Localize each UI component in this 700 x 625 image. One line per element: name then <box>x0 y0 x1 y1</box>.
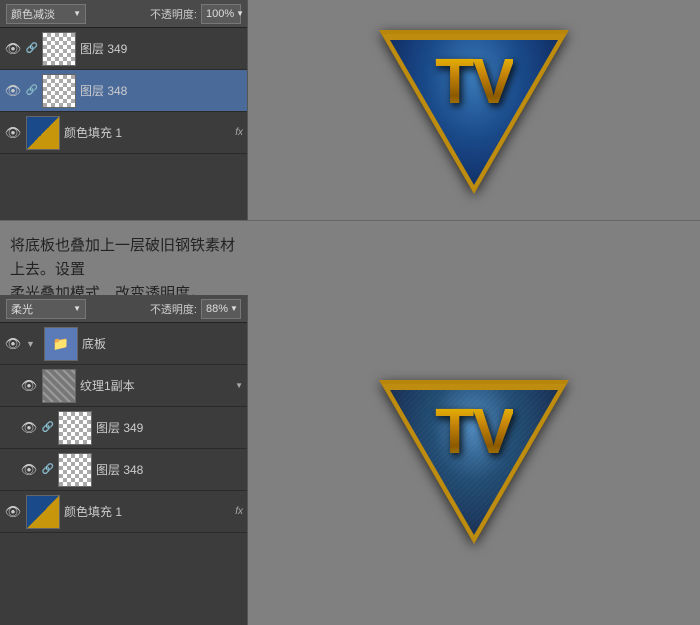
top-section: 颜色减淡 ▼ 不透明度: 100% ▼ 👁 🔗 图层 349 👁 🔗 <box>0 0 700 220</box>
layer-thumb-colorfill-bottom <box>26 495 60 529</box>
layer-thumb-colorfill-top <box>26 116 60 150</box>
eye-icon-colorfill-bottom[interactable]: 👁 <box>4 503 22 521</box>
layer-thumb-348-top <box>42 74 76 108</box>
opacity-label-top: 不透明度: <box>150 6 197 22</box>
opacity-value-top[interactable]: 100% ▼ <box>201 4 241 24</box>
layer-item-colorfill-top[interactable]: 👁 颜色填充 1 fx <box>0 112 247 154</box>
opacity-row-top: 不透明度: 100% ▼ <box>150 4 241 24</box>
layer-thumb-texture <box>42 369 76 403</box>
layer-name-colorfill-bottom: 颜色填充 1 <box>64 503 231 520</box>
logo-text-top: TV <box>435 44 513 118</box>
layer-item-348-top[interactable]: 👁 🔗 图层 348 <box>0 70 247 112</box>
layer-name-348-top: 图层 348 <box>80 82 243 99</box>
layers-panel-bottom: 柔光 ▼ 不透明度: 88% ▼ 👁 ▼ 📁 底板 👁 <box>0 295 248 625</box>
panel-header-top: 颜色减淡 ▼ 不透明度: 100% ▼ <box>0 0 247 28</box>
opacity-arrow: ▼ <box>236 9 244 18</box>
right-logos-bottom: TV <box>248 295 700 625</box>
logo-bottom: TV <box>384 380 564 550</box>
fx-badge-top: fx <box>235 127 243 138</box>
eye-icon-349-bottom[interactable]: 👁 <box>20 419 38 437</box>
layer-name-texture: 纹理1副本 <box>80 377 229 394</box>
layer-item-folder[interactable]: 👁 ▼ 📁 底板 <box>0 323 247 365</box>
logo-top: TV <box>384 30 564 200</box>
eye-icon-349-top[interactable]: 👁 <box>4 40 22 58</box>
opacity-row-bottom: 不透明度: 88% ▼ <box>150 299 241 319</box>
layer-name-349-bottom: 图层 349 <box>96 419 243 436</box>
layer-thumb-348-bottom <box>58 453 92 487</box>
eye-icon-texture[interactable]: 👁 <box>20 377 38 395</box>
link-icon-348-bottom: 🔗 <box>42 464 54 476</box>
panel-header-bottom: 柔光 ▼ 不透明度: 88% ▼ <box>0 295 247 323</box>
layer-name-colorfill-top: 颜色填充 1 <box>64 124 231 141</box>
eye-icon-348-bottom[interactable]: 👁 <box>20 461 38 479</box>
eye-icon-colorfill-top[interactable]: 👁 <box>4 124 22 142</box>
blend-mode-dropdown-bottom[interactable]: 柔光 ▼ <box>6 299 86 319</box>
layer-name-folder: 底板 <box>82 335 243 352</box>
layers-panel-top: 颜色减淡 ▼ 不透明度: 100% ▼ 👁 🔗 图层 349 👁 🔗 <box>0 0 248 220</box>
texture-arrow: ▼ <box>235 381 243 390</box>
eye-icon-348-top[interactable]: 👁 <box>4 82 22 100</box>
opacity-arrow-bottom: ▼ <box>230 304 238 313</box>
bottom-section: 柔光 ▼ 不透明度: 88% ▼ 👁 ▼ 📁 底板 👁 <box>0 295 700 625</box>
layer-item-colorfill-bottom[interactable]: 👁 颜色填充 1 fx <box>0 491 247 533</box>
opacity-label-bottom: 不透明度: <box>150 301 197 317</box>
fx-badge-bottom: fx <box>235 506 243 517</box>
blend-mode-label-top: 颜色减淡 <box>11 6 55 22</box>
eye-icon-folder[interactable]: 👁 <box>4 335 22 353</box>
layer-item-349-bottom[interactable]: 👁 🔗 图层 349 <box>0 407 247 449</box>
layer-item-348-bottom[interactable]: 👁 🔗 图层 348 <box>0 449 247 491</box>
right-logos-top: TV <box>248 0 700 220</box>
layer-name-348-bottom: 图层 348 <box>96 461 243 478</box>
layer-thumb-349-top <box>42 32 76 66</box>
blend-mode-dropdown-top[interactable]: 颜色减淡 ▼ <box>6 4 86 24</box>
blend-mode-label-bottom: 柔光 <box>11 301 33 317</box>
layer-thumb-folder: 📁 <box>44 327 78 361</box>
layer-thumb-349-bottom <box>58 411 92 445</box>
dropdown-arrow-bottom: ▼ <box>73 304 81 313</box>
folder-icon: 📁 <box>53 336 69 352</box>
folder-arrow[interactable]: ▼ <box>26 339 40 349</box>
layer-item-texture[interactable]: 👁 纹理1副本 ▼ <box>0 365 247 407</box>
opacity-value-bottom[interactable]: 88% ▼ <box>201 299 241 319</box>
layer-name-349-top: 图层 349 <box>80 40 243 57</box>
link-icon-349-top: 🔗 <box>26 43 38 55</box>
middle-text-line1: 将底板也叠加上一层破旧钢铁素材上去。设置 <box>10 234 238 282</box>
link-icon-348-top: 🔗 <box>26 85 38 97</box>
dropdown-arrow: ▼ <box>73 9 81 18</box>
logo-text-bottom: TV <box>435 394 513 468</box>
link-icon-349-bottom: 🔗 <box>42 422 54 434</box>
layer-item-349-top[interactable]: 👁 🔗 图层 349 <box>0 28 247 70</box>
